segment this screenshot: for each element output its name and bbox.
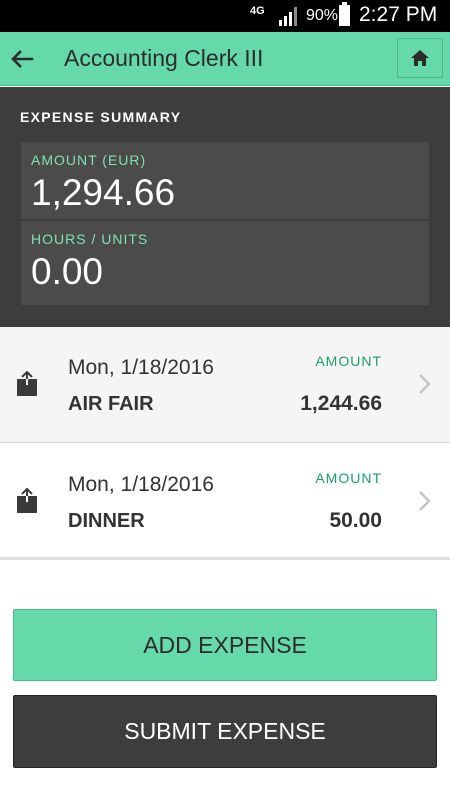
expense-name: AIR FAIR bbox=[68, 393, 154, 415]
expense-amount-label: AMOUNT bbox=[315, 353, 382, 369]
app-header: Accounting Clerk III bbox=[0, 32, 450, 86]
upload-icon bbox=[17, 488, 37, 513]
home-button[interactable] bbox=[397, 38, 443, 78]
hours-label: HOURS / UNITS bbox=[31, 231, 149, 247]
battery-icon bbox=[339, 2, 350, 26]
chevron-right-icon bbox=[419, 374, 431, 394]
amount-box: AMOUNT (EUR) 1,294.66 bbox=[21, 142, 429, 219]
expense-summary: EXPENSE SUMMARY AMOUNT (EUR) 1,294.66 HO… bbox=[0, 87, 450, 327]
amount-value: 1,294.66 bbox=[31, 172, 176, 213]
expense-date: Mon, 1/18/2016 bbox=[68, 356, 214, 379]
expense-row-air-fair[interactable]: Mon, 1/18/2016 AIR FAIR AMOUNT 1,244.66 bbox=[0, 327, 450, 443]
expense-amount-label: AMOUNT bbox=[315, 470, 382, 486]
signal-icon bbox=[279, 7, 297, 26]
status-bar: 4G 90% 2:27 PM bbox=[0, 0, 450, 32]
back-arrow-icon bbox=[11, 50, 34, 68]
summary-title: EXPENSE SUMMARY bbox=[20, 109, 182, 125]
add-expense-button[interactable]: ADD EXPENSE bbox=[13, 609, 437, 681]
amount-label: AMOUNT (EUR) bbox=[31, 152, 147, 168]
home-icon bbox=[411, 50, 429, 66]
page-title: Accounting Clerk III bbox=[64, 45, 264, 71]
expense-date: Mon, 1/18/2016 bbox=[68, 473, 214, 496]
expense-row-dinner[interactable]: Mon, 1/18/2016 DINNER AMOUNT 50.00 bbox=[0, 444, 450, 560]
clock: 2:27 PM bbox=[359, 3, 438, 26]
upload-icon bbox=[17, 371, 37, 396]
chevron-right-icon bbox=[419, 491, 431, 511]
submit-expense-button[interactable]: SUBMIT EXPENSE bbox=[13, 695, 437, 768]
expense-amount: 50.00 bbox=[329, 509, 382, 532]
back-button[interactable] bbox=[4, 40, 40, 78]
expense-amount: 1,244.66 bbox=[300, 392, 382, 415]
network-indicator: 4G bbox=[250, 5, 265, 17]
battery-percent: 90% bbox=[306, 7, 339, 24]
expense-name: DINNER bbox=[68, 510, 145, 532]
hours-box: HOURS / UNITS 0.00 bbox=[21, 221, 429, 305]
hours-value: 0.00 bbox=[31, 251, 104, 292]
